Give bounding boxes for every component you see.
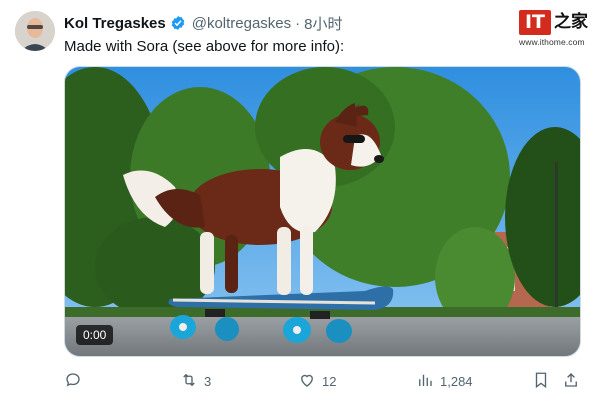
- retweet-button[interactable]: 3: [180, 370, 211, 392]
- avatar-image: [15, 11, 55, 51]
- author-avatar[interactable]: [15, 11, 55, 51]
- tweet-header: Kol Tregaskes @koltregaskes · 8小时: [64, 13, 343, 33]
- share-button[interactable]: [562, 370, 580, 392]
- retweet-count: 3: [204, 373, 212, 389]
- verified-badge-icon: [170, 15, 186, 31]
- ithome-watermark: IT 之家 www.ithome.com: [519, 10, 589, 54]
- author-name[interactable]: Kol Tregaskes: [64, 15, 166, 32]
- watermark-url: www.ithome.com: [519, 37, 585, 47]
- share-icon: [562, 371, 580, 392]
- separator-dot: ·: [295, 14, 301, 32]
- watermark-logo-char: 之家: [554, 12, 588, 32]
- video-frame: [65, 67, 580, 356]
- views-button[interactable]: 1,284: [416, 370, 473, 392]
- author-handle[interactable]: @koltregaskes: [192, 15, 291, 32]
- tweet-text: Made with Sora (see above for more info)…: [64, 38, 345, 55]
- bookmark-button[interactable]: [532, 370, 550, 392]
- view-count: 1,284: [440, 373, 473, 389]
- retweet-icon: [180, 371, 198, 392]
- bookmark-icon: [532, 371, 550, 392]
- reply-icon: [64, 371, 82, 392]
- reply-button[interactable]: [64, 370, 88, 392]
- like-button[interactable]: 12: [298, 370, 336, 392]
- watermark-logo-letters: IT: [519, 10, 551, 35]
- heart-icon: [298, 371, 316, 392]
- video-timestamp: 0:00: [76, 325, 114, 345]
- post-time[interactable]: 8小时: [304, 13, 342, 34]
- like-count: 12: [322, 373, 337, 389]
- views-bar-chart-icon: [416, 371, 434, 392]
- video-player[interactable]: [64, 66, 581, 357]
- tweet-action-bar: 3 12 1,284: [62, 370, 588, 392]
